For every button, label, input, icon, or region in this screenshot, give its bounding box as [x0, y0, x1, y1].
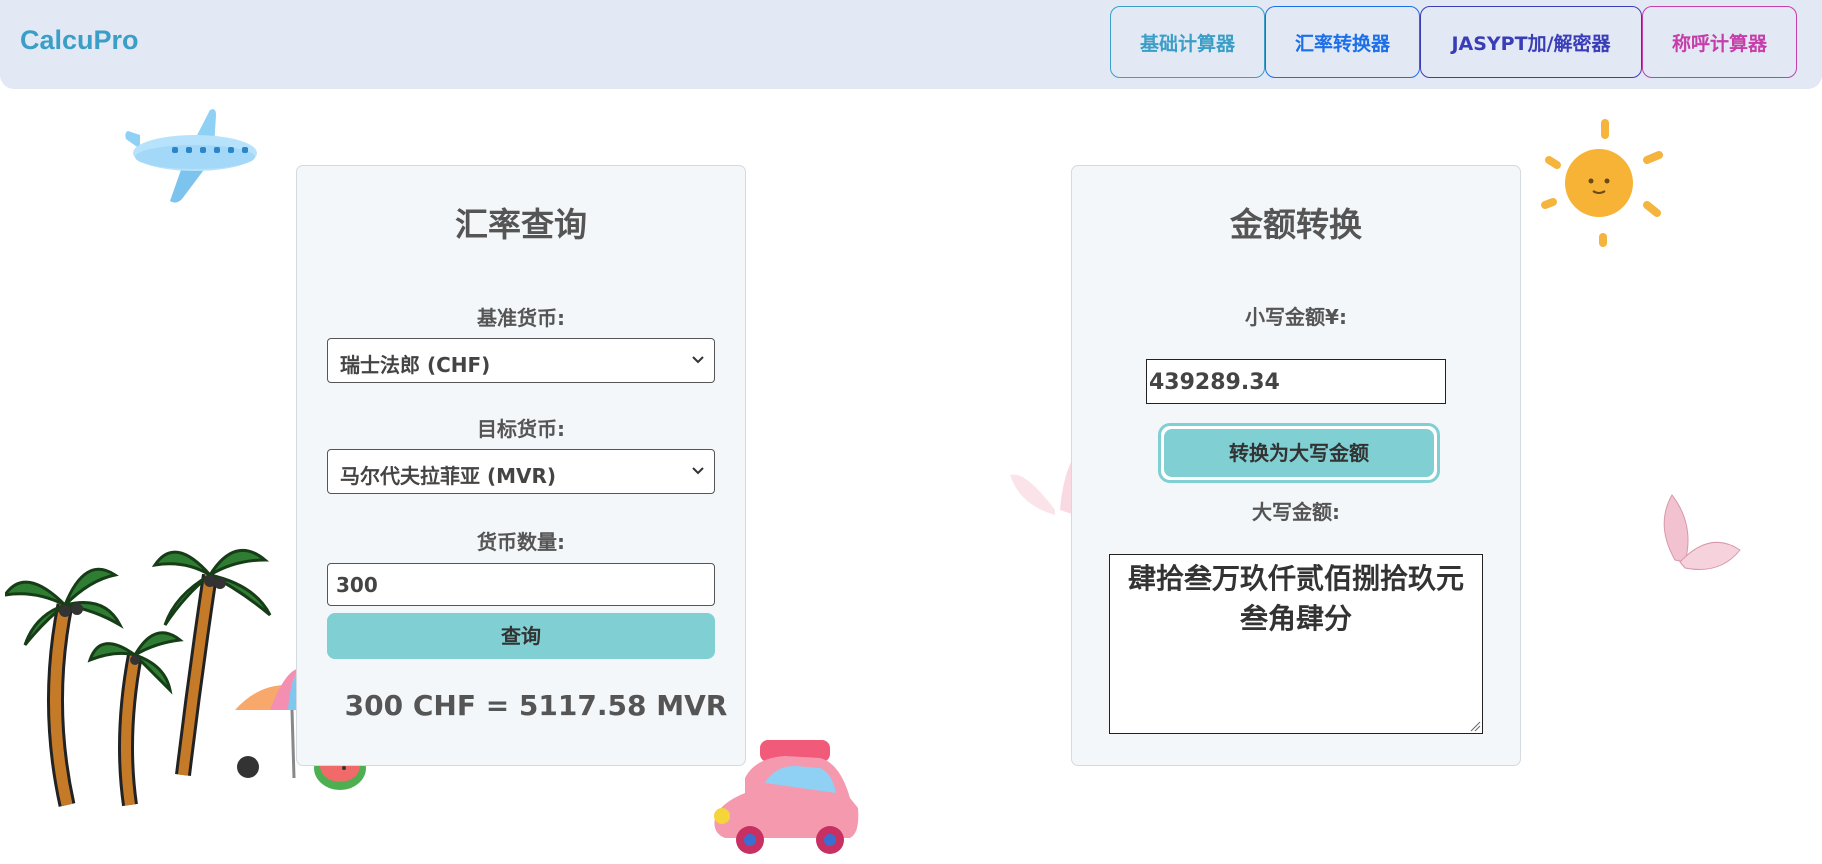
nav-basic-calculator[interactable]: 基础计算器	[1110, 6, 1265, 78]
query-button[interactable]: 查询	[327, 613, 715, 659]
big-amount-textarea[interactable]: 肆拾叁万玖仟贰佰捌拾玖元叁角肆分	[1109, 554, 1483, 734]
chevron-down-icon	[692, 356, 704, 364]
brand-logo[interactable]: CalcuPro	[20, 25, 139, 56]
big-amount-label: 大写金额:	[1252, 500, 1340, 524]
small-amount-input[interactable]: 439289.34	[1146, 359, 1446, 404]
target-currency-label: 目标货币:	[477, 417, 565, 441]
target-currency-select[interactable]: 马尔代夫拉菲亚 (MVR)	[327, 449, 715, 494]
target-currency-value: 马尔代夫拉菲亚 (MVR)	[340, 464, 557, 488]
amount-conversion-card: 金额转换 小写金额¥: 439289.34 转换为大写金额 大写金额: 肆拾叁万…	[1071, 165, 1521, 766]
exchange-card-title: 汇率查询	[455, 205, 587, 244]
nav-title-calculator[interactable]: 称呼计算器	[1642, 6, 1797, 78]
nav-exchange-converter[interactable]: 汇率转换器	[1265, 6, 1420, 78]
convert-button-label: 转换为大写金额	[1164, 429, 1434, 477]
sun-icon	[1541, 119, 1663, 247]
converter-card-title: 金额转换	[1230, 205, 1362, 244]
exchange-result: 300 CHF = 5117.58 MVR	[344, 689, 728, 722]
chevron-down-icon	[692, 467, 704, 475]
amount-input[interactable]: 300	[327, 563, 715, 606]
base-currency-select[interactable]: 瑞士法郎 (CHF)	[327, 338, 715, 383]
butterfly-icon	[1663, 494, 1741, 571]
big-amount-value: 肆拾叁万玖仟贰佰捌拾玖元叁角肆分	[1127, 562, 1464, 635]
amount-label: 货币数量:	[477, 530, 565, 554]
airplane-icon	[125, 109, 257, 203]
convert-to-uppercase-button[interactable]: 转换为大写金额	[1158, 423, 1440, 483]
top-navbar: CalcuPro 基础计算器 汇率转换器 JASYPT加/解密器 称呼计算器	[0, 0, 1822, 89]
small-amount-label: 小写金额¥:	[1245, 305, 1347, 329]
base-currency-label: 基准货币:	[477, 306, 565, 330]
exchange-rate-card: 汇率查询 基准货币: 瑞士法郎 (CHF) 目标货币: 马尔代夫拉菲亚 (MVR…	[296, 165, 746, 766]
resize-grip-icon[interactable]	[1469, 720, 1481, 732]
nav-jasypt-tool[interactable]: JASYPT加/解密器	[1420, 6, 1642, 78]
base-currency-value: 瑞士法郎 (CHF)	[340, 353, 491, 377]
